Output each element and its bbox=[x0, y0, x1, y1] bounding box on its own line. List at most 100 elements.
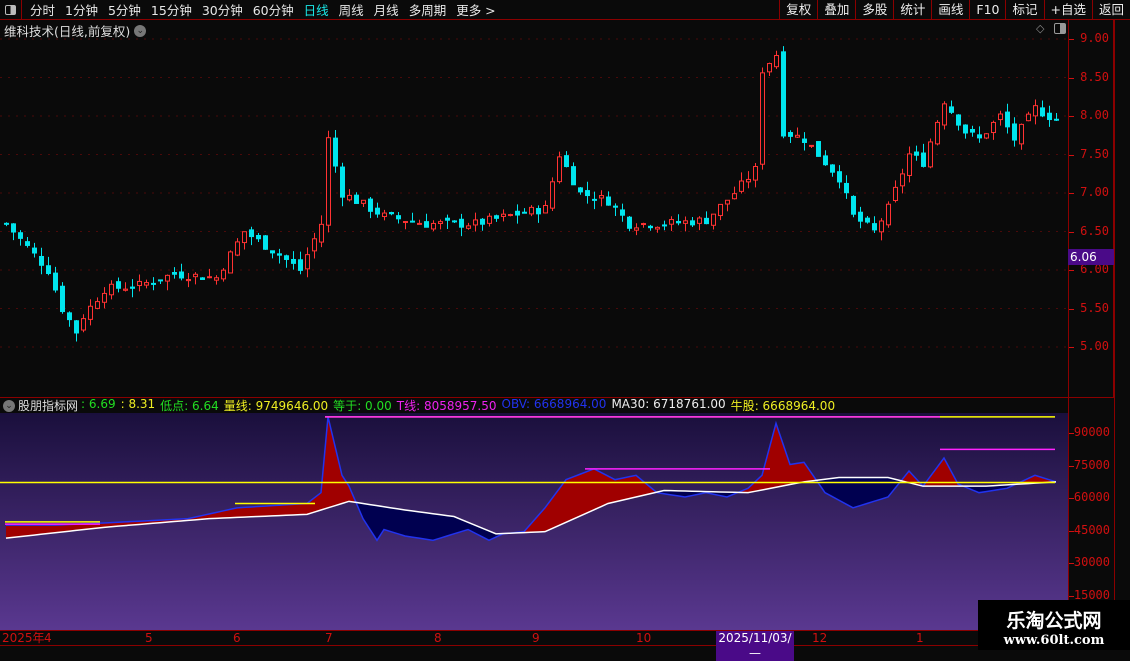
indicator-tick-label: 45000 bbox=[1073, 522, 1110, 537]
indicator-chart bbox=[0, 416, 1057, 542]
field-label: 等于 bbox=[333, 399, 358, 413]
field-value: : 8.31 bbox=[120, 397, 156, 411]
obv-area-below bbox=[405, 510, 412, 538]
indicator-field: 牛股: 6668964.00 bbox=[731, 397, 835, 414]
time-label: 6 bbox=[233, 631, 241, 645]
obv-area-above bbox=[587, 468, 594, 513]
indicator-field: : 8.31 bbox=[121, 397, 156, 414]
field-label: 低点 bbox=[160, 399, 185, 413]
indicator-field: 低点: 6.64 bbox=[160, 397, 219, 414]
obv-area-above bbox=[300, 503, 307, 515]
field-label: 量线 bbox=[223, 399, 248, 413]
obv-area-above bbox=[601, 472, 608, 507]
axis-tick bbox=[1069, 347, 1074, 348]
axis-tick bbox=[1069, 308, 1074, 310]
obv-area-above bbox=[286, 504, 293, 516]
obv-area-below bbox=[874, 477, 881, 502]
field-value: : 8058957.50 bbox=[416, 399, 497, 413]
indicator-field: MA30: 6718761.00 bbox=[611, 397, 725, 414]
obv-area-below bbox=[412, 510, 419, 539]
obv-area-above bbox=[6, 525, 13, 539]
indicator-field: : 6.69 bbox=[81, 397, 116, 414]
field-value: : 6.69 bbox=[81, 397, 116, 411]
price-tick-label: 8.50 bbox=[1080, 69, 1109, 84]
toolbar-button[interactable]: 返回 bbox=[1091, 0, 1130, 20]
current-price-label: 6.06 bbox=[1068, 249, 1114, 265]
watermark: 乐淘公式网 www.60lt.com bbox=[978, 600, 1130, 650]
obv-area-above bbox=[13, 525, 20, 538]
time-label: 7 bbox=[325, 631, 333, 645]
axis-tick bbox=[1069, 270, 1074, 271]
obv-area-above bbox=[797, 462, 804, 484]
indicator-field: OBV: 6668964.00 bbox=[502, 397, 607, 414]
obv-area-below bbox=[419, 511, 426, 540]
field-label: T线 bbox=[396, 399, 417, 413]
time-label: 5 bbox=[145, 631, 153, 645]
obv-area-above bbox=[258, 506, 265, 517]
time-label: 10 bbox=[636, 631, 652, 645]
field-value: : 0.00 bbox=[357, 399, 392, 413]
time-cursor-label: 2025/11/03/— bbox=[716, 631, 794, 661]
indicator-axis: 90000 75000 60000 45000 30000 15000 bbox=[1068, 397, 1114, 630]
field-value: : 9749646.00 bbox=[247, 399, 329, 413]
obv-area-below bbox=[391, 507, 398, 534]
obv-area-above bbox=[34, 525, 41, 536]
obv-area-above bbox=[20, 525, 27, 537]
axis-tick bbox=[1069, 231, 1074, 233]
indicator-field: 量线: 9749646.00 bbox=[224, 397, 328, 414]
obv-area-below bbox=[440, 514, 447, 539]
indicator-name[interactable]: 股朋指标网 bbox=[18, 397, 78, 414]
obv-area-below bbox=[888, 477, 895, 497]
price-tick-label: 9.00 bbox=[1080, 31, 1109, 45]
obv-area-above bbox=[769, 423, 776, 489]
right-side-strip bbox=[1114, 20, 1130, 630]
axis-tick bbox=[1069, 498, 1074, 499]
watermark-title: 乐淘公式网 bbox=[1006, 610, 1102, 632]
obv-area-above bbox=[622, 476, 629, 501]
indicator-field: T线: 8058957.50 bbox=[397, 397, 497, 414]
price-tick-label: 6.50 bbox=[1080, 223, 1109, 238]
axis-tick bbox=[1069, 39, 1074, 40]
obv-area-above bbox=[608, 476, 615, 504]
field-value: : 6.64 bbox=[184, 399, 219, 413]
obv-area-below bbox=[384, 506, 391, 532]
obv-area-below bbox=[363, 503, 370, 530]
field-value: : 6668964.00 bbox=[526, 397, 607, 411]
price-tick-label: 7.50 bbox=[1080, 146, 1109, 161]
indicator-tick-label: 30000 bbox=[1073, 555, 1110, 569]
axis-tick bbox=[1069, 154, 1074, 156]
obv-area-below bbox=[860, 477, 867, 506]
obv-area-above bbox=[783, 443, 790, 486]
obv-area-above bbox=[790, 463, 797, 485]
obv-area-above bbox=[265, 505, 272, 517]
axis-tick bbox=[1069, 563, 1074, 564]
obv-area-above bbox=[293, 503, 300, 515]
time-label: 4 bbox=[44, 631, 52, 645]
time-label: 12 bbox=[812, 631, 828, 645]
axis-tick bbox=[1069, 77, 1074, 79]
obv-area-above bbox=[335, 446, 342, 506]
obv-area-above bbox=[27, 525, 34, 536]
obv-area-below bbox=[881, 477, 888, 500]
axis-tick bbox=[1069, 116, 1074, 117]
time-label: 1 bbox=[916, 631, 924, 645]
obv-area-below bbox=[398, 508, 405, 536]
field-value: : 6668964.00 bbox=[754, 399, 836, 413]
obv-area-below bbox=[447, 515, 454, 536]
chevron-down-icon[interactable]: ⌄ bbox=[3, 399, 15, 412]
obv-area-above bbox=[566, 476, 573, 523]
axis-tick bbox=[1069, 530, 1074, 532]
axis-tick bbox=[1069, 465, 1074, 467]
obv-area-below bbox=[426, 512, 433, 541]
indicator-tick-label: 75000 bbox=[1073, 457, 1110, 472]
field-label: OBV bbox=[501, 397, 527, 411]
obv-area-above bbox=[573, 474, 580, 520]
obv-area-below bbox=[433, 513, 440, 541]
time-label: 2025年 bbox=[2, 631, 45, 645]
indicator-tick-label: 90000 bbox=[1073, 425, 1110, 439]
axis-tick bbox=[1069, 193, 1074, 194]
price-tick-label: 8.00 bbox=[1080, 108, 1109, 122]
obv-area-above bbox=[279, 504, 286, 516]
field-label: MA30 bbox=[611, 397, 646, 411]
price-axis: 9.00 8.50 8.00 7.50 7.00 6.50 6.00 5.50 5.00 bbox=[1068, 20, 1114, 397]
